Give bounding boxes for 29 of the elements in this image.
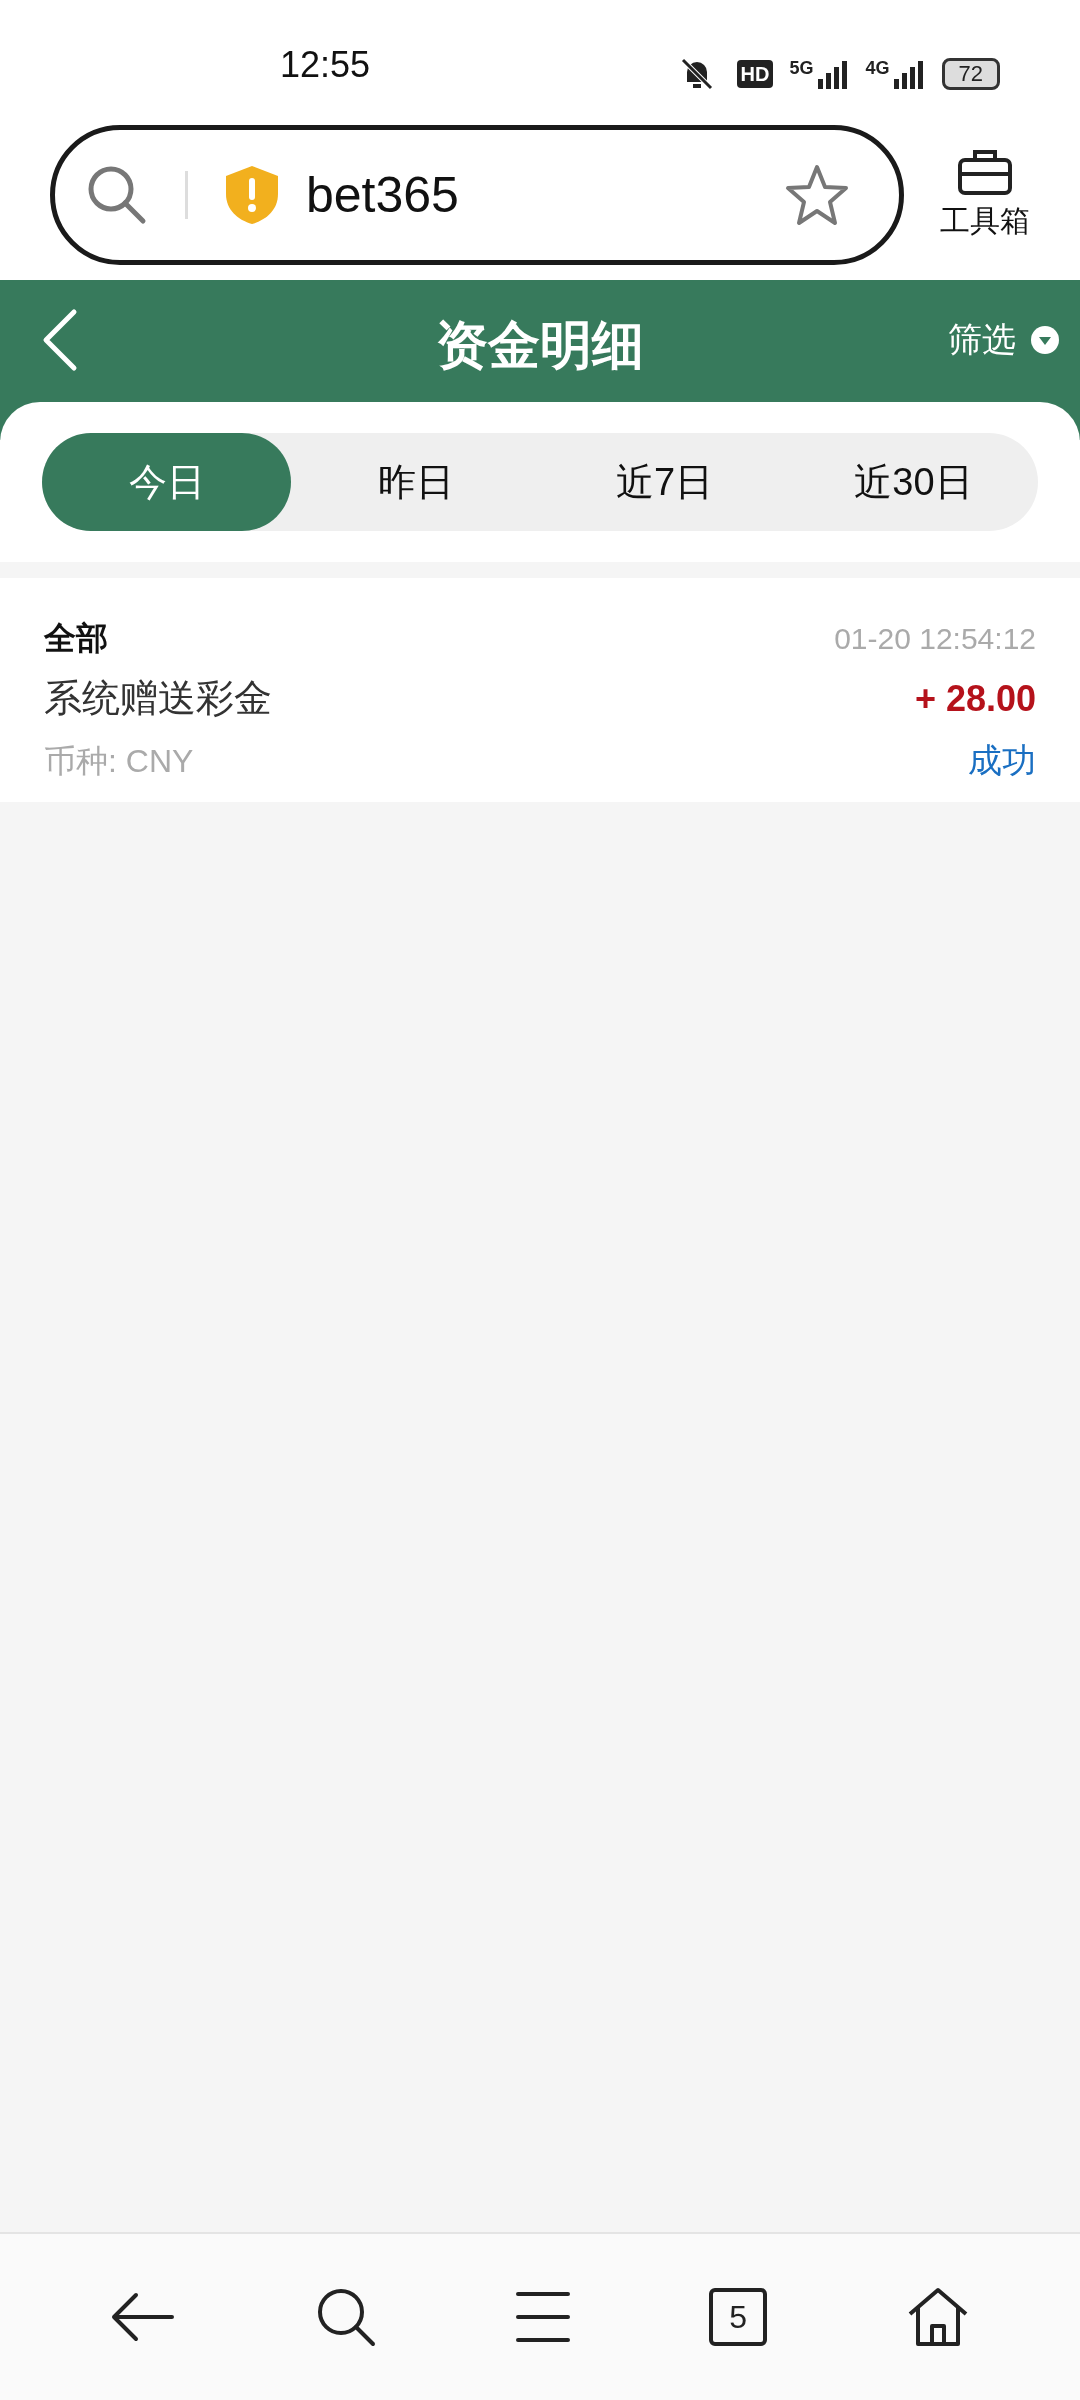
transaction-time: 01-20 12:54:12 <box>834 620 1036 657</box>
period-tab[interactable]: 昨日 <box>291 433 540 531</box>
dropdown-icon <box>1030 324 1060 355</box>
transaction-description: 系统赠送彩金 <box>44 676 272 721</box>
menu-icon[interactable] <box>515 2290 570 2344</box>
status-time: 12:55 <box>280 43 371 87</box>
transaction-amount: + 28.00 <box>914 676 1036 721</box>
status-label: 成功 <box>968 740 1036 781</box>
filter-button[interactable]: 筛选 <box>948 314 1060 365</box>
network-label: 4G <box>865 59 890 77</box>
url-text: bet365 <box>306 165 459 225</box>
period-tab[interactable]: 近7日 <box>540 433 789 531</box>
category-label: 全部 <box>44 619 108 658</box>
address-bar[interactable]: bet365 <box>50 125 904 265</box>
battery-indicator: 72 <box>941 58 1000 90</box>
page-title: 资金明细 <box>436 315 644 376</box>
toolbox-icon <box>957 147 1013 196</box>
tabs-count-button[interactable]: 5 <box>709 2288 768 2346</box>
hd-indicator: HD <box>736 60 774 88</box>
network-label: 5G <box>789 59 814 77</box>
period-tab[interactable]: 今日 <box>42 433 291 531</box>
warning-shield-icon <box>224 164 280 226</box>
star-icon[interactable] <box>785 164 849 226</box>
back-arrow-icon[interactable] <box>109 2291 176 2343</box>
currency-label: 币种: CNY <box>44 741 194 781</box>
signal-icon <box>891 59 926 89</box>
signal-icon <box>815 59 850 89</box>
toolbox-button[interactable]: 工具箱 <box>940 147 1030 243</box>
period-tab[interactable]: 近30日 <box>789 433 1038 531</box>
